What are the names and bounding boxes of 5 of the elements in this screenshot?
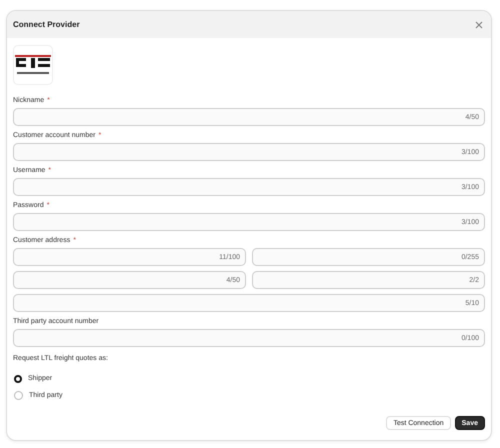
radio-button[interactable] (14, 391, 23, 400)
radio-button[interactable] (14, 374, 22, 382)
logo-icon (13, 45, 53, 85)
close-icon[interactable] (473, 18, 485, 30)
dialog-title: Connect Provider (13, 20, 80, 29)
